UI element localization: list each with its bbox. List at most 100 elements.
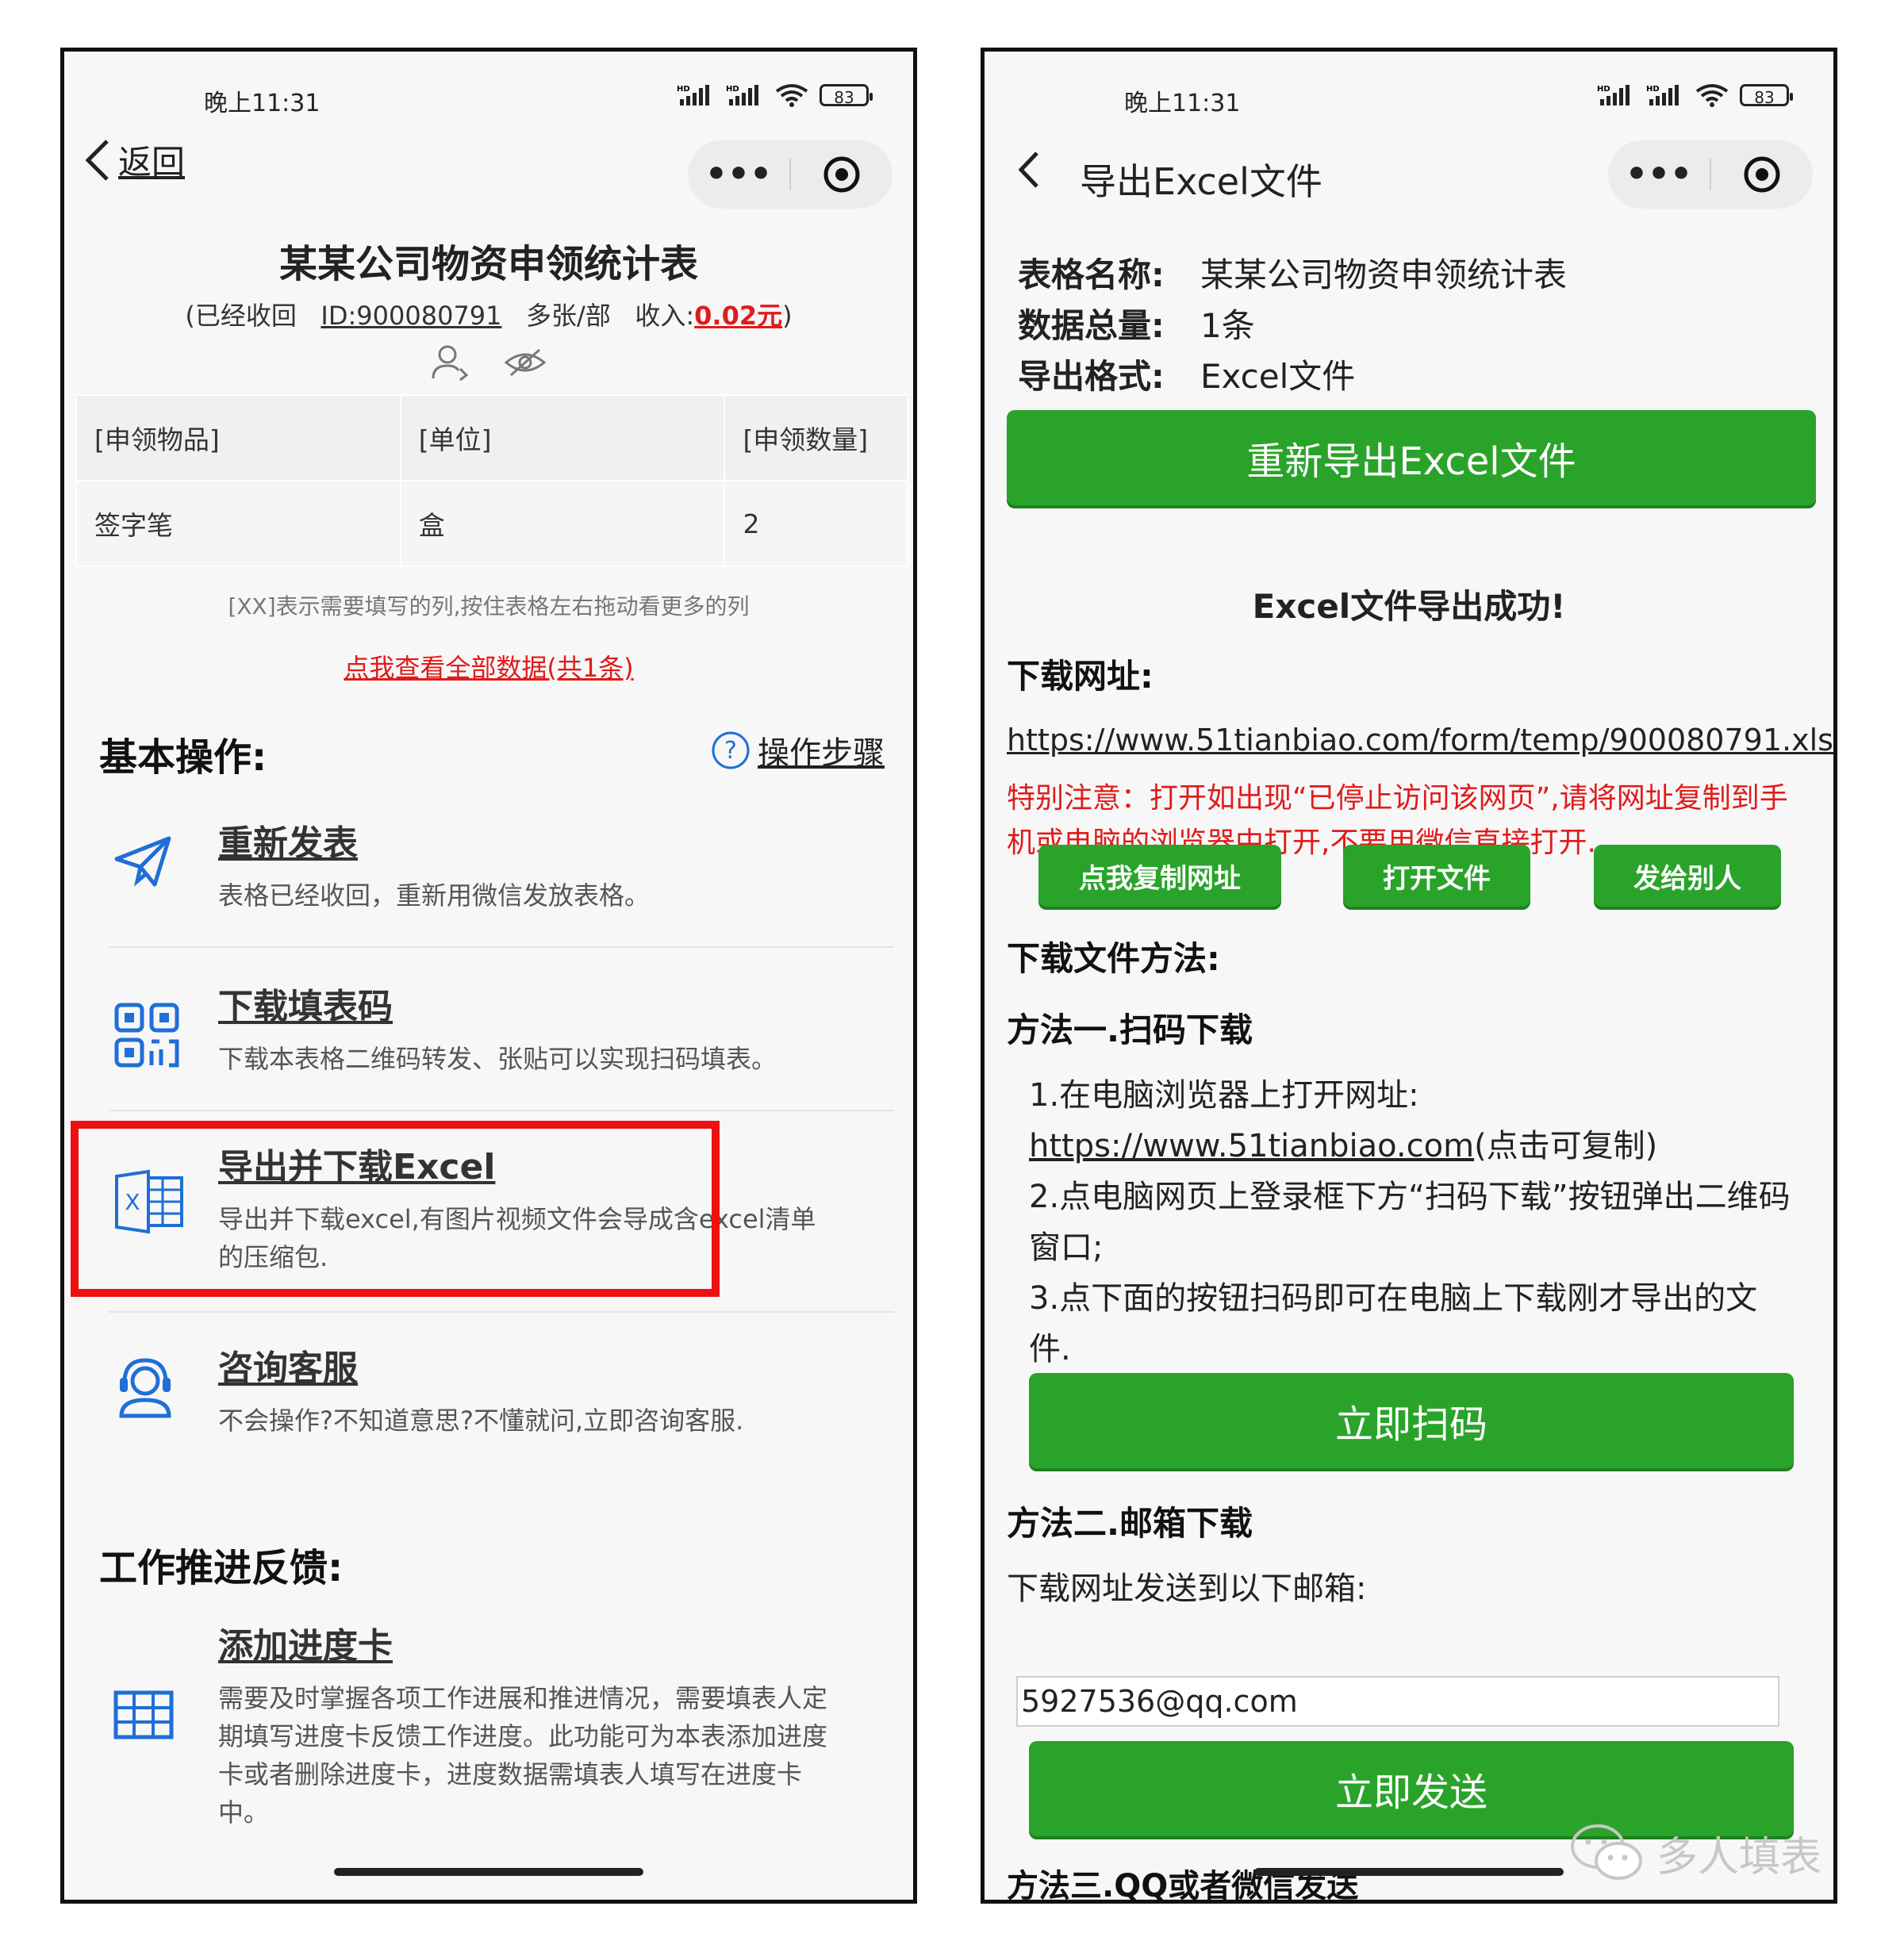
svg-text:?: ? [724,737,737,765]
site-url-link[interactable]: https://www.51tianbiao.com [1029,1128,1474,1164]
info-value: Excel文件 [1200,357,1356,396]
table-cell: 2 [724,480,908,567]
more-icon[interactable]: ••• [688,157,789,192]
svg-text:HD: HD [677,85,690,94]
op-desc: 表格已经收回，重新用微信发放表格。 [218,880,651,911]
table-cell: 签字笔 [75,480,401,567]
signal-icon: HD [677,85,709,105]
operation-steps-label: 操作步骤 [758,735,885,772]
table-header-cell: [申领数量] [724,394,908,481]
view-all-data-link[interactable]: 点我查看全部数据(共1条) [64,648,913,685]
reexport-button[interactable]: 重新导出Excel文件 [1007,410,1816,505]
left-phone-screenshot: 晚上11:31 HD HD 83 返回 ••• 某某公司物资申领统计表 (已经收… [60,48,917,1904]
method1-site-row: https://www.51tianbiao.com(点击可复制) [1029,1121,1794,1172]
email-label: 下载网址发送到以下邮箱: [1007,1571,1367,1607]
svg-text:HD: HD [726,85,739,94]
send-to-others-button[interactable]: 发给别人 [1594,845,1781,907]
battery-icon: 83 [1740,84,1793,107]
table-cell: 盒 [399,480,726,567]
operation-steps-link[interactable]: ? 操作步骤 [710,727,885,773]
op-title: 添加进度卡 [218,1626,393,1666]
info-key: 导出格式: [1018,357,1165,396]
divider [109,946,894,948]
signal-icon: HD [1597,85,1630,105]
email-input[interactable] [1016,1676,1779,1727]
wifi-icon [1695,84,1729,107]
watermark: 多人填表 [1568,1821,1821,1885]
close-miniprogram-button[interactable] [791,155,892,194]
method3-title-cut: 方法三.QQ或者微信发送 [1007,1868,1359,1904]
status-icons: HD HD 83 [1597,83,1793,107]
export-success-message: Excel文件导出成功! [1252,587,1566,626]
table-header-cell: [单位] [399,394,726,481]
chevron-left-icon [1018,151,1038,188]
table-header-cell: [申领物品] [75,394,401,481]
form-quick-icons [64,343,913,382]
op-title: 下载填表码 [218,987,393,1027]
form-mode: 多张/部 [526,301,611,331]
income-label: 收入: [635,301,695,331]
method1-step2: 2.点电脑网页上登录框下方“扫码下载”按钮弹出二维码窗口; [1029,1179,1791,1266]
table-header-row: [申领物品] [单位] [申领数量] [75,394,908,481]
target-icon [823,156,860,193]
basic-ops-title: 基本操作: [99,735,267,780]
download-url-link[interactable]: https://www.51tianbiao.com/form/temp/900… [1007,723,1833,757]
svg-text:HD: HD [1597,85,1610,94]
page-title: 导出Excel文件 [1080,160,1322,203]
site-url-suffix: (点击可复制) [1474,1128,1658,1164]
info-key: 数据总量: [1018,306,1165,345]
back-button[interactable]: 返回 [83,136,185,184]
op-title: 咨询客服 [218,1348,358,1389]
op-customer-service[interactable]: 咨询客服 不会操作?不知道意思?不懂就问,立即咨询客服. [99,1340,905,1459]
copy-url-button[interactable]: 点我复制网址 [1038,845,1281,907]
methods-title: 下载文件方法: [1007,939,1220,978]
more-icon[interactable]: ••• [1608,157,1710,192]
wifi-icon [775,84,808,107]
signal-icon: HD [726,85,758,105]
info-value: 某某公司物资申领统计表 [1200,255,1568,294]
table-grid-icon [113,1690,174,1739]
status-time: 晚上11:31 [204,90,321,117]
op-republish[interactable]: 重新发表 表格已经收回，重新用微信发放表格。 [99,815,905,934]
info-row: 导出格式: Excel文件 [1018,351,1567,402]
status-icons: HD HD 83 [677,83,873,107]
customer-service-icon [119,1358,171,1418]
back-label: 返回 [118,143,186,182]
status-time: 晚上11:31 [1124,90,1241,117]
right-phone-screenshot: 晚上11:31 HD HD 83 导出Excel文件 ••• 表格名称: 某某公司… [981,48,1837,1904]
status-bar: 晚上11:31 HD HD 83 [64,52,913,123]
highlight-box [71,1121,720,1297]
method1-step1: 1.在电脑浏览器上打开网址: [1029,1077,1419,1114]
form-title: 某某公司物资申领统计表 [278,242,698,286]
watermark-text: 多人填表 [1656,1833,1822,1881]
income-link[interactable]: 0.02元 [694,301,782,331]
help-icon: ? [712,731,750,769]
meta-close-paren: ) [782,301,793,331]
user-icon[interactable] [428,343,473,382]
form-detail-screen: 晚上11:31 HD HD 83 返回 ••• 某某公司物资申领统计表 (已经收… [64,52,913,1900]
op-download-qrcode[interactable]: 下载填表码 下载本表格二维码转发、张贴可以实现扫码填表。 [99,978,905,1097]
op-desc: 需要及时掌握各项工作进展和推进情况，需要填表人定期填写进度卡反馈工作进度。此功能… [218,1683,828,1828]
back-button[interactable] [1016,150,1042,190]
scan-now-button[interactable]: 立即扫码 [1029,1373,1794,1468]
table-row: 签字笔 盒 2 [75,480,908,567]
open-file-button[interactable]: 打开文件 [1343,845,1530,907]
method2-title: 方法二.邮箱下载 [1007,1504,1253,1543]
eye-off-icon[interactable] [501,343,549,382]
status-bar: 晚上11:31 HD HD 83 [985,52,1833,123]
battery-icon: 83 [820,84,873,107]
meta-open-paren: ( [185,301,195,331]
op-add-progress-card[interactable]: 添加进度卡 需要及时掌握各项工作进展和推进情况，需要填表人定期填写进度卡反馈工作… [99,1617,905,1828]
paper-plane-icon [114,836,171,887]
svg-text:HD: HD [1646,85,1660,94]
info-row: 数据总量: 1条 [1018,301,1567,351]
form-id-link[interactable]: ID:900080791 [321,301,501,331]
info-row: 表格名称: 某某公司物资申领统计表 [1018,250,1567,301]
table-hint: [XX]表示需要填写的列,按住表格左右拖动看更多的列 [228,593,750,619]
close-miniprogram-button[interactable] [1711,155,1813,194]
chevron-left-icon [85,139,109,181]
home-indicator [1254,1868,1564,1876]
download-url-label: 下载网址: [1007,657,1154,696]
feedback-title: 工作推进反馈: [99,1546,344,1590]
form-data-table: [申领物品] [单位] [申领数量] 签字笔 盒 2 [75,394,908,567]
